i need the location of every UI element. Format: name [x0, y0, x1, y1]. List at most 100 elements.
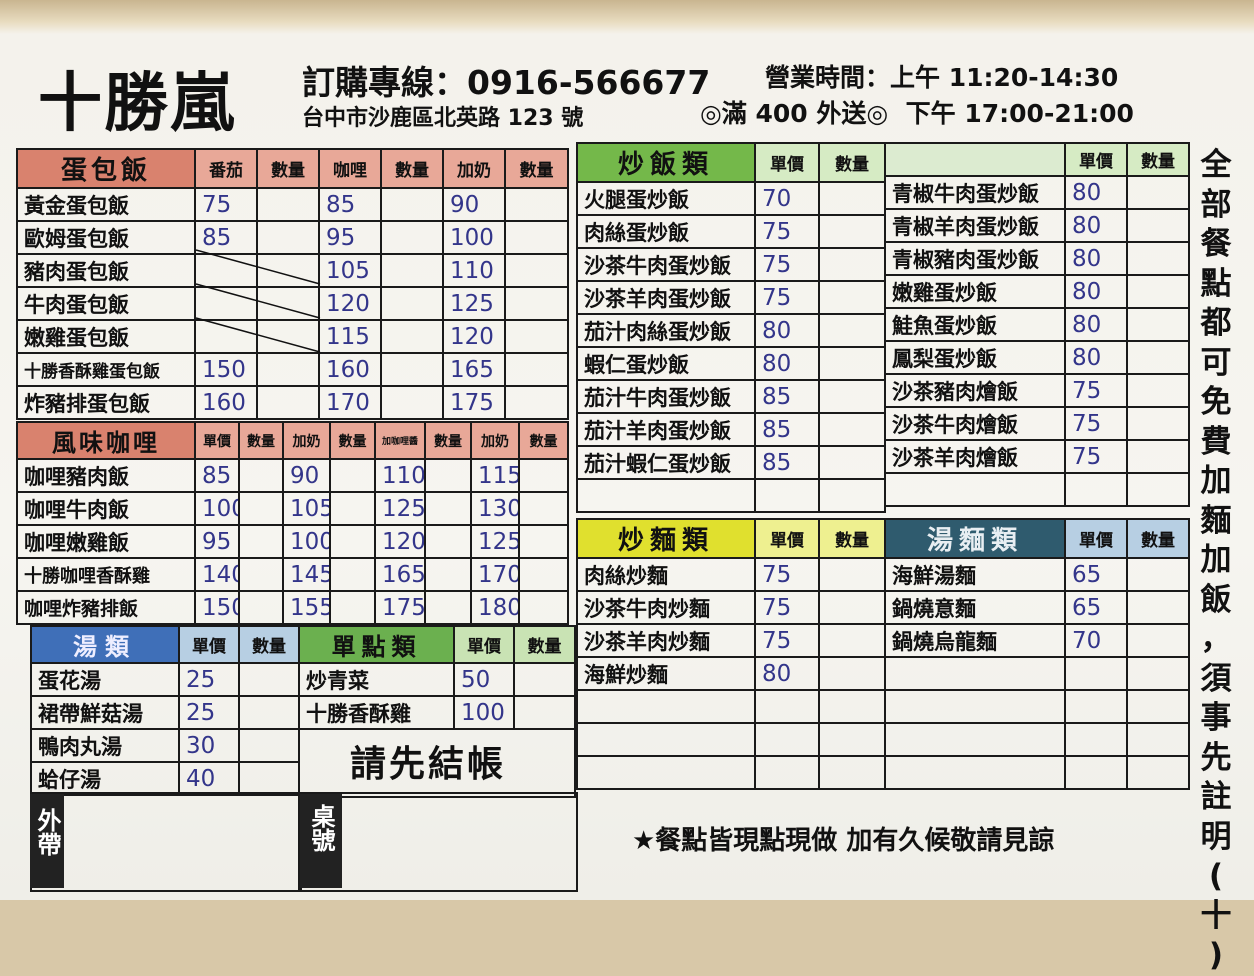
table-row: 沙茶羊肉炒麵 75 — [576, 623, 886, 658]
price: 110 — [442, 253, 506, 288]
side-note-glyph: 餐 — [1200, 226, 1232, 262]
qty-cell[interactable] — [238, 458, 284, 493]
table-row: 鴨肉丸湯 30 — [30, 728, 300, 763]
qty-cell[interactable] — [818, 214, 886, 249]
qty-cell[interactable] — [504, 352, 569, 387]
qty-cell[interactable] — [424, 491, 472, 526]
table-row: 茄汁蝦仁蛋炒飯 85 — [576, 445, 886, 480]
qty-cell[interactable] — [238, 557, 284, 592]
qty-cell[interactable] — [424, 458, 472, 493]
table-row: 沙茶豬肉燴飯 75 — [884, 373, 1190, 408]
qty-cell[interactable] — [504, 187, 569, 222]
qty-cell[interactable] — [238, 590, 284, 625]
qty-cell[interactable] — [518, 491, 569, 526]
qty-cell[interactable] — [380, 187, 444, 222]
table-row — [576, 478, 886, 513]
qty-cell[interactable] — [518, 524, 569, 559]
qty-cell[interactable] — [256, 385, 320, 420]
qty-cell[interactable] — [1126, 373, 1190, 408]
item-name: 沙茶牛肉炒麵 — [576, 590, 756, 625]
qty-cell[interactable] — [256, 187, 320, 222]
item-name: 茄汁肉絲蛋炒飯 — [576, 313, 756, 348]
qty-cell[interactable] — [329, 491, 376, 526]
qty-cell[interactable] — [504, 286, 569, 321]
qty-cell[interactable] — [424, 557, 472, 592]
qty-cell[interactable] — [1126, 590, 1190, 625]
qty-cell[interactable] — [818, 181, 886, 216]
qty-cell[interactable] — [380, 286, 444, 321]
qty-cell[interactable] — [818, 590, 886, 625]
price: 75 — [754, 280, 820, 315]
qty-cell[interactable] — [1126, 439, 1190, 474]
omurice-table: 蛋包飯 番茄 數量 咖哩 數量 加奶 數量 黃金蛋包飯 75 85 90 歐姆蛋包飯 8… — [16, 148, 569, 420]
qty-cell[interactable] — [504, 253, 569, 288]
curry-table: 風味咖哩 單價 數量 加奶 數量 加咖哩醬 數量 加奶 數量 咖哩豬肉飯 85 90… — [16, 421, 569, 625]
qty-cell[interactable] — [238, 662, 300, 697]
qty-cell[interactable] — [329, 458, 376, 493]
qty-cell[interactable] — [1126, 307, 1190, 342]
takeout-box[interactable] — [30, 792, 302, 892]
qty-cell[interactable] — [329, 590, 376, 625]
qty-cell[interactable] — [818, 280, 886, 315]
qty-cell[interactable] — [818, 346, 886, 381]
price: 125 — [442, 286, 506, 321]
col-price: 單價 — [453, 625, 515, 664]
qty-cell[interactable] — [329, 557, 376, 592]
qty-cell[interactable] — [380, 319, 444, 354]
qty-cell[interactable] — [1126, 623, 1190, 658]
qty-cell[interactable] — [518, 557, 569, 592]
item-name: 沙茶羊肉燴飯 — [884, 439, 1066, 474]
qty-cell[interactable] — [256, 352, 320, 387]
blank-header — [884, 142, 1066, 177]
qty-cell[interactable] — [380, 385, 444, 420]
qty-cell[interactable] — [238, 491, 284, 526]
delivery-note: ◎滿 400 外送◎ — [700, 99, 889, 128]
qty-cell[interactable] — [238, 524, 284, 559]
qty-cell[interactable] — [1126, 557, 1190, 592]
qty-cell[interactable] — [818, 656, 886, 691]
qty-cell[interactable] — [818, 247, 886, 282]
table-row: 火腿蛋炒飯 70 — [576, 181, 886, 216]
qty-cell[interactable] — [424, 590, 472, 625]
qty-cell[interactable] — [380, 352, 444, 387]
col-extra-curry: 加咖哩醬 — [374, 421, 426, 460]
qty-cell[interactable] — [256, 220, 320, 255]
qty-cell[interactable] — [818, 412, 886, 447]
qty-cell[interactable] — [1126, 274, 1190, 309]
side-note-glyph: 免 — [1200, 384, 1232, 420]
qty-cell[interactable] — [1126, 340, 1190, 375]
col-qty: 數量 — [818, 518, 886, 559]
qty-cell[interactable] — [238, 761, 300, 796]
qty-cell[interactable] — [1126, 241, 1190, 276]
qty-cell[interactable] — [504, 385, 569, 420]
qty-cell[interactable] — [329, 524, 376, 559]
qty-cell[interactable] — [1126, 406, 1190, 441]
qty-cell[interactable] — [238, 695, 300, 730]
qty-cell[interactable] — [513, 662, 576, 697]
fried-noodle-title: 炒麵類 — [576, 518, 756, 559]
qty-cell[interactable] — [238, 728, 300, 763]
qty-cell[interactable] — [504, 319, 569, 354]
qty-cell[interactable] — [518, 590, 569, 625]
qty-cell[interactable] — [424, 524, 472, 559]
delivery-hours-pm: ◎滿 400 外送◎ 下午 17:00-21:00 — [700, 94, 1134, 130]
qty-cell[interactable] — [1126, 208, 1190, 243]
qty-cell[interactable] — [818, 557, 886, 592]
qty-cell[interactable] — [818, 379, 886, 414]
table-row — [576, 722, 886, 757]
qty-cell[interactable] — [504, 220, 569, 255]
price: 25 — [178, 662, 240, 697]
side-note-glyph: 都 — [1200, 305, 1232, 341]
qty-cell[interactable] — [818, 445, 886, 480]
price: 75 — [754, 623, 820, 658]
qty-cell[interactable] — [818, 623, 886, 658]
table-row: 十勝香酥雞蛋包飯 150 160 165 — [16, 352, 569, 387]
qty-cell[interactable] — [518, 458, 569, 493]
qty-cell[interactable] — [380, 220, 444, 255]
soup-noodle-table: 湯麵類 單價 數量 海鮮湯麵 65 鍋燒意麵 65 鍋燒烏龍麵 70 — [884, 518, 1190, 790]
qty-cell[interactable] — [380, 253, 444, 288]
qty-cell[interactable] — [818, 313, 886, 348]
qty-cell[interactable] — [513, 695, 576, 730]
qty-cell[interactable] — [1126, 175, 1190, 210]
table-row: 鳳梨蛋炒飯 80 — [884, 340, 1190, 375]
